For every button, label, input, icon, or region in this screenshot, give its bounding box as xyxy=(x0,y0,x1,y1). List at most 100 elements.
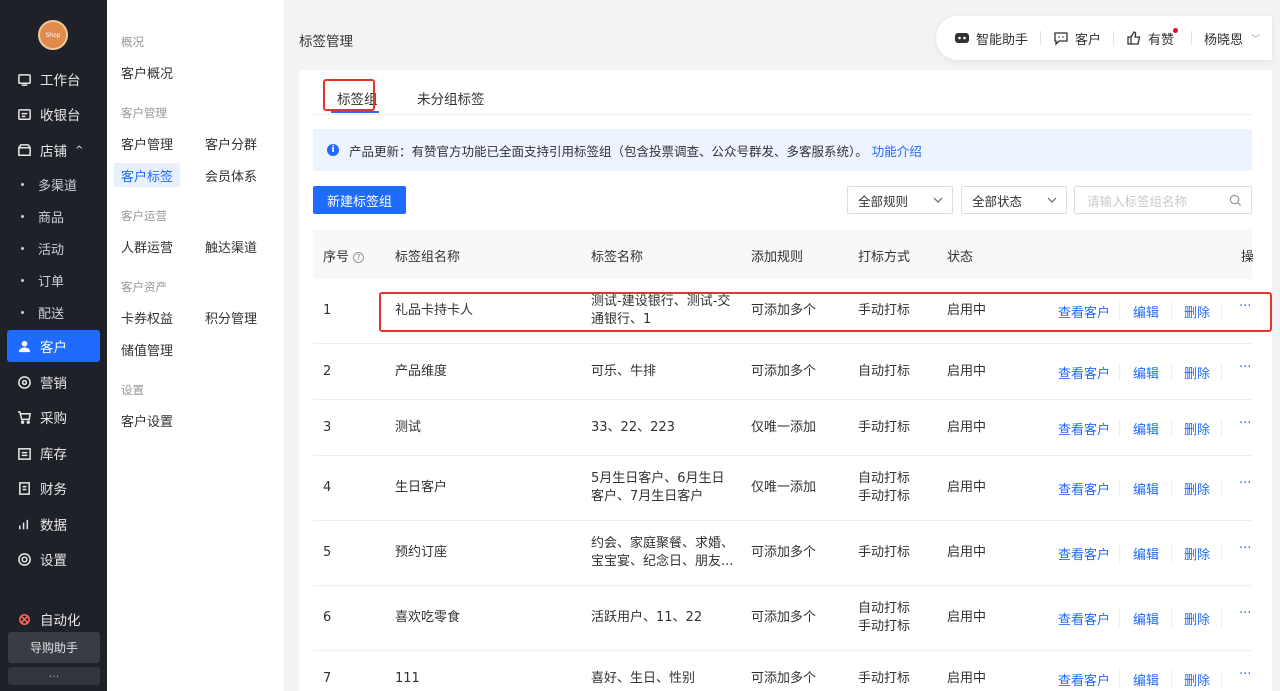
data-icon xyxy=(16,516,32,532)
inventory-icon xyxy=(16,445,32,461)
subnav-group-title: 设置 xyxy=(121,383,144,397)
col-tag-method: 打标方式 xyxy=(858,250,911,265)
customer-service-button[interactable]: 客户 xyxy=(1053,28,1101,48)
status-filter-select[interactable]: 全部状态 xyxy=(961,186,1067,214)
view-customers-link[interactable]: 查看客户 xyxy=(1058,609,1110,628)
sidebar-item-cashier[interactable]: 收银台 xyxy=(0,98,107,130)
subnav-group-title: 概况 xyxy=(121,35,144,49)
tag-group-search-input[interactable]: 请输入标签组名称 xyxy=(1074,186,1252,214)
shopping-guide-button[interactable]: 导购助手 xyxy=(8,632,100,663)
delete-link[interactable]: 删除 xyxy=(1184,479,1210,498)
delete-link[interactable]: 删除 xyxy=(1184,544,1210,563)
more-actions-button[interactable]: ··· xyxy=(1239,476,1251,491)
edit-link[interactable]: 编辑 xyxy=(1133,609,1159,628)
subnav-item-customer-overview[interactable]: 客户概况 xyxy=(121,60,173,84)
subnav-item-customer-settings[interactable]: 客户设置 xyxy=(121,408,173,432)
edit-link[interactable]: 编辑 xyxy=(1133,363,1159,382)
edit-link[interactable]: 编辑 xyxy=(1133,670,1159,689)
subnav-item-coupons[interactable]: 卡券权益 xyxy=(121,305,173,329)
sidebar-item-settings[interactable]: 设置 xyxy=(0,543,107,575)
sidebar-item-inventory[interactable]: 库存 xyxy=(0,437,107,469)
subnav-item-stored-value[interactable]: 储值管理 xyxy=(121,337,173,361)
table-header: 序号? 标签组名称 标签名称 添加规则 打标方式 状态 操 xyxy=(313,229,1254,279)
page-title: 标签管理 xyxy=(299,34,353,50)
rule-filter-select[interactable]: 全部规则 xyxy=(847,186,953,214)
edit-link[interactable]: 编辑 xyxy=(1133,419,1159,438)
sidebar-subitem-goods[interactable]: 商品 xyxy=(0,202,107,230)
sidebar-item-purchase[interactable]: 采购 xyxy=(0,401,107,433)
sidebar-subitem-delivery[interactable]: 配送 xyxy=(0,298,107,326)
store-icon xyxy=(16,142,32,158)
sidebar-subitem-orders[interactable]: 订单 xyxy=(0,266,107,294)
more-actions-button[interactable]: ··· xyxy=(1239,416,1251,431)
youzan-button[interactable]: 有赞 xyxy=(1126,27,1179,48)
subnav-item-channels[interactable]: 触达渠道 xyxy=(205,234,257,258)
new-tag-group-button[interactable]: 新建标签组 xyxy=(313,186,406,214)
table-row: 2 产品维度 可乐、牛排 可添加多个 自动打标 启用中 查看客户 编辑 删除 ·… xyxy=(313,344,1252,400)
tab-ungrouped-tags[interactable]: 未分组标签 xyxy=(417,88,485,108)
secondary-nav: 概况 客户概况 客户管理 客户管理 客户分群 客户标签 会员体系 客户运营 人群… xyxy=(107,0,285,691)
subnav-group-title: 客户资产 xyxy=(121,280,167,294)
subnav-item-points[interactable]: 积分管理 xyxy=(205,305,257,329)
sidebar-subitem-channels[interactable]: 多渠道 xyxy=(0,170,107,198)
chevron-down-icon: ﹀ xyxy=(1251,34,1261,45)
cashier-icon xyxy=(16,106,32,122)
sidebar-item-marketing[interactable]: 营销 xyxy=(0,366,107,398)
highlight-box-row xyxy=(379,292,1272,332)
help-icon[interactable]: ? xyxy=(353,252,365,263)
user-menu[interactable]: 杨晓恩 ﹀ xyxy=(1204,28,1260,48)
update-notice: i 产品更新：有赞官方功能已全面支持引用标签组（包含投票调查、公众号群发、多客服… xyxy=(313,129,1252,171)
sidebar-item-workbench[interactable]: 工作台 xyxy=(0,63,107,95)
main-sidebar: Shop 工作台 收银台 店铺 ^ 多渠道 商品 活动 订单 配送 客户 营销 … xyxy=(0,0,107,691)
cart-icon xyxy=(16,409,32,425)
subnav-item-membership[interactable]: 会员体系 xyxy=(205,163,257,187)
view-customers-link[interactable]: 查看客户 xyxy=(1058,479,1110,498)
top-toolbar: 智能助手 客户 有赞 杨晓恩 ﹀ xyxy=(936,16,1272,60)
subnav-item-customer-tags[interactable]: 客户标签 xyxy=(114,163,181,187)
smart-assistant-button[interactable]: 智能助手 xyxy=(954,28,1028,48)
more-actions-button[interactable]: ··· xyxy=(1239,667,1251,682)
col-status: 状态 xyxy=(947,250,974,265)
store-logo[interactable]: Shop xyxy=(38,20,68,50)
subnav-item-crowd-ops[interactable]: 人群运营 xyxy=(121,234,173,258)
col-tag-name: 标签名称 xyxy=(591,250,644,265)
more-actions-button[interactable]: ··· xyxy=(1239,606,1251,621)
view-customers-link[interactable]: 查看客户 xyxy=(1058,544,1110,563)
sidebar-item-customer[interactable]: 客户 xyxy=(0,330,107,362)
more-button[interactable]: ··· xyxy=(8,667,100,685)
delete-link[interactable]: 删除 xyxy=(1184,609,1210,628)
table-row: 7 111 喜好、生日、性别 可添加多个 手动打标 启用中 查看客户 编辑 删除… xyxy=(323,667,1252,689)
view-customers-link[interactable]: 查看客户 xyxy=(1058,419,1110,438)
col-no: 序号? xyxy=(323,246,365,265)
col-group-name: 标签组名称 xyxy=(395,250,461,265)
search-icon xyxy=(1229,194,1242,207)
subnav-item-customer-segment[interactable]: 客户分群 xyxy=(205,131,257,155)
sidebar-item-automation[interactable]: 自动化 xyxy=(0,603,107,635)
chevron-up-icon: ^ xyxy=(75,144,84,156)
settings-icon xyxy=(16,551,32,567)
chevron-down-icon xyxy=(933,197,943,203)
more-actions-button[interactable]: ··· xyxy=(1239,360,1251,375)
subnav-group-title: 客户管理 xyxy=(121,106,167,120)
sidebar-subitem-activity[interactable]: 活动 xyxy=(0,234,107,262)
col-add-rule: 添加规则 xyxy=(751,250,804,265)
finance-icon xyxy=(16,480,32,496)
delete-link[interactable]: 删除 xyxy=(1184,670,1210,689)
delete-link[interactable]: 删除 xyxy=(1184,419,1210,438)
chevron-down-icon xyxy=(1047,197,1057,203)
delete-link[interactable]: 删除 xyxy=(1184,363,1210,382)
feature-intro-link[interactable]: 功能介绍 xyxy=(872,141,922,160)
view-customers-link[interactable]: 查看客户 xyxy=(1058,363,1110,382)
view-customers-link[interactable]: 查看客户 xyxy=(1058,670,1110,689)
edit-link[interactable]: 编辑 xyxy=(1133,544,1159,563)
sidebar-item-data[interactable]: 数据 xyxy=(0,508,107,540)
sidebar-item-store[interactable]: 店铺 ^ xyxy=(0,134,107,166)
table-row: 4 生日客户 5月生日客户、6月生日 客户、7月生日客户 仅唯一添加 自动打标 手动… xyxy=(313,456,1252,521)
subnav-group-title: 客户运营 xyxy=(121,209,167,223)
edit-link[interactable]: 编辑 xyxy=(1133,479,1159,498)
highlight-box-tab xyxy=(323,79,375,111)
sidebar-item-finance[interactable]: 财务 xyxy=(0,472,107,504)
more-actions-button[interactable]: ··· xyxy=(1239,541,1251,556)
subnav-item-customer-manage[interactable]: 客户管理 xyxy=(121,131,173,155)
main-content-card: 标签组 未分组标签 i 产品更新：有赞官方功能已全面支持引用标签组（包含投票调查… xyxy=(299,70,1272,691)
